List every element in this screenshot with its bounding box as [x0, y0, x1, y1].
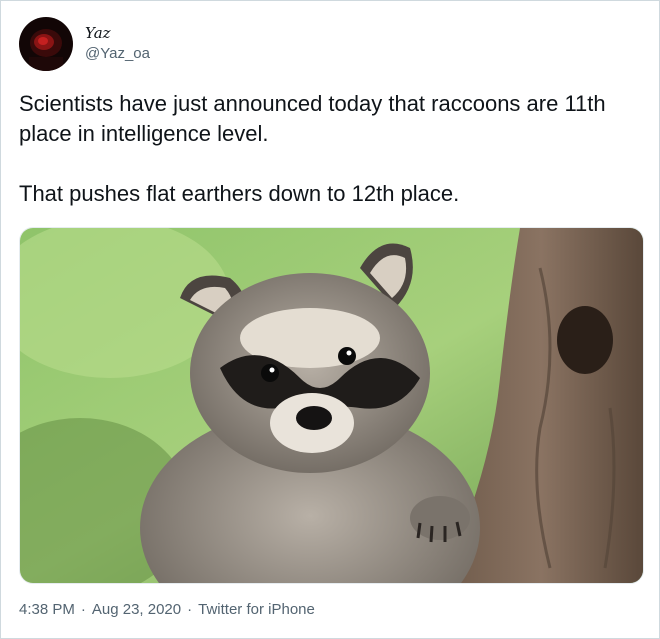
meta-separator: ·: [80, 601, 86, 618]
meta-separator: ·: [187, 601, 193, 618]
tweet-date[interactable]: Aug 23, 2020: [92, 601, 181, 618]
tweet-source[interactable]: Twitter for iPhone: [198, 601, 315, 618]
user-handle[interactable]: @Yaz_oa: [85, 44, 150, 64]
tweet-meta: 4:38 PM · Aug 23, 2020 · Twitter for iPh…: [19, 601, 315, 618]
tweet-text: Scientists have just announced today tha…: [19, 91, 606, 206]
display-name[interactable]: Yaz: [85, 24, 150, 43]
tweet-card: Yaz @Yaz_oa Scientists have just announc…: [0, 0, 660, 639]
avatar[interactable]: [19, 17, 73, 71]
author-names: Yaz @Yaz_oa: [85, 24, 150, 64]
tweet-header: Yaz @Yaz_oa: [19, 17, 150, 71]
tweet-photo[interactable]: [19, 227, 644, 584]
tweet-time[interactable]: 4:38 PM: [19, 601, 75, 618]
